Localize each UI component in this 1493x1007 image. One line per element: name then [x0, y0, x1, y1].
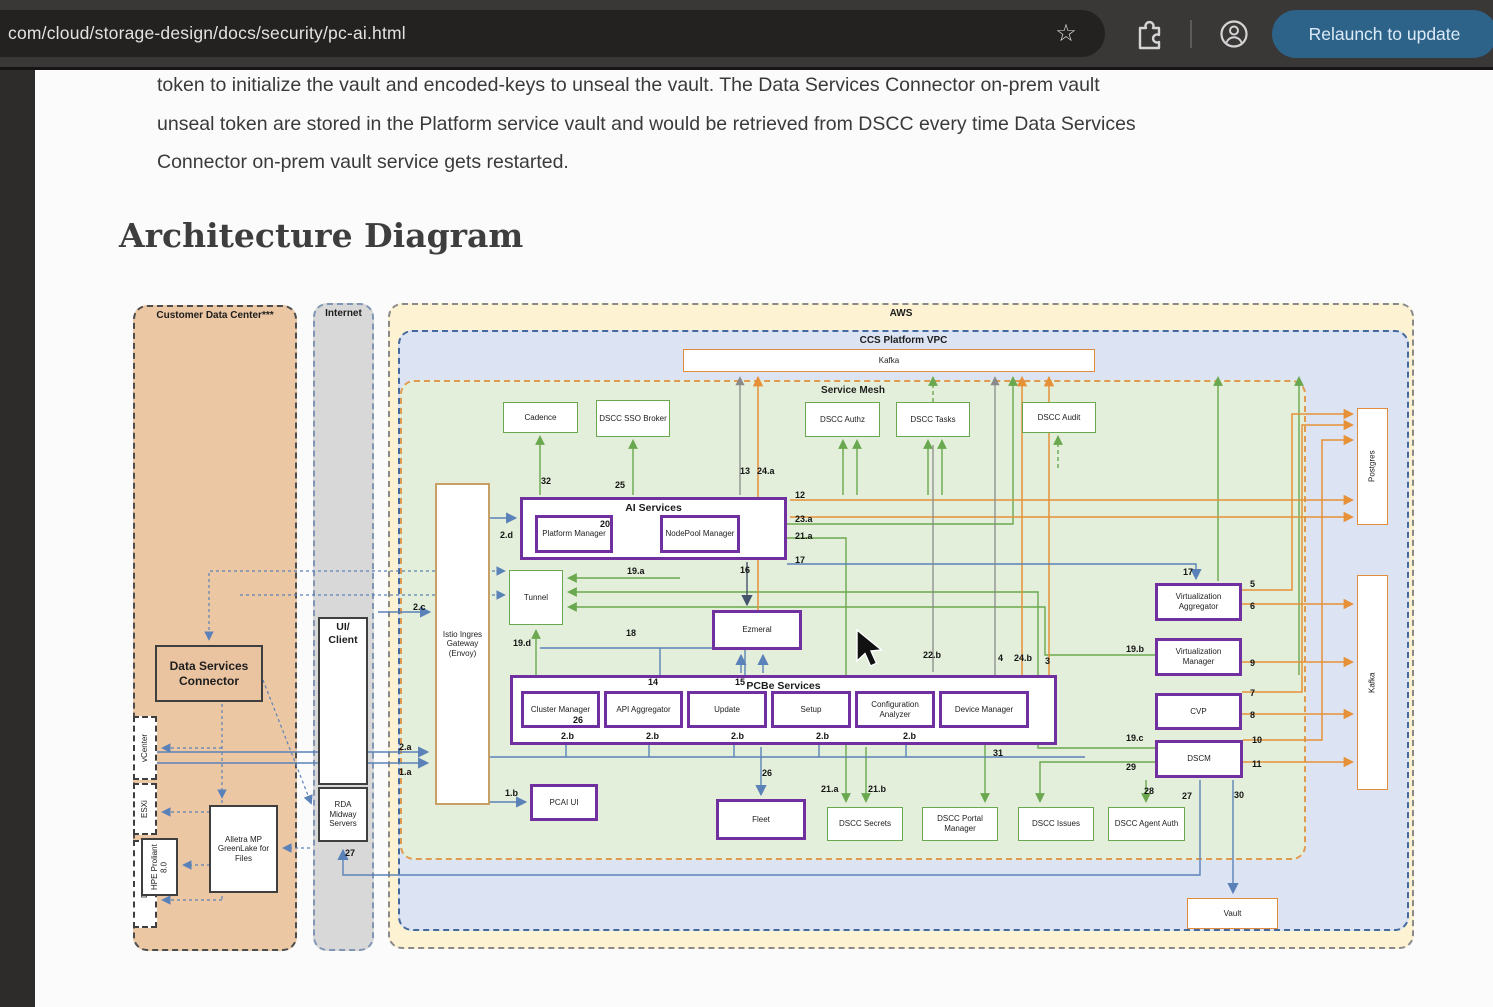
edge-label: 31	[993, 748, 1003, 758]
edge-label: 15	[735, 677, 745, 687]
edge-label: 2.a	[399, 742, 412, 752]
edge-label: 28	[1144, 786, 1154, 796]
edge-label: 19.a	[627, 566, 645, 576]
edge-label: 20	[600, 519, 610, 529]
edge-label: 2.b	[646, 731, 659, 741]
edge-label: 22.b	[923, 650, 941, 660]
edge-label: 13	[740, 466, 750, 476]
edge-label: 16	[740, 565, 750, 575]
edge-label: 8	[1250, 710, 1255, 720]
edge-label: 19.d	[513, 638, 531, 648]
edge-label: 2.b	[903, 731, 916, 741]
node-esxi: ESXi	[133, 783, 157, 835]
node-fleet: Fleet	[716, 799, 806, 840]
extensions-puzzle-icon[interactable]	[1133, 17, 1165, 51]
edge-label: 24.b	[1014, 653, 1032, 663]
edge-label: 1.b	[505, 788, 518, 798]
node-vcenter: vCenter	[133, 716, 157, 780]
node-postgres: Postgres	[1357, 408, 1388, 525]
edge-label: 30	[1234, 790, 1244, 800]
edge-label: 2.b	[561, 731, 574, 741]
edge-label: 21.a	[821, 784, 839, 794]
edge-label: 1.a	[399, 767, 412, 777]
edge-label: 6	[1250, 601, 1255, 611]
edge-label: 14	[648, 677, 658, 687]
node-api-aggregator: API Aggregator	[604, 691, 683, 728]
container-label-aws: AWS	[390, 308, 1412, 319]
edge-label: 27	[345, 848, 355, 858]
node-kafka-top: Kafka	[683, 349, 1095, 372]
node-dscm: DSCM	[1155, 740, 1243, 778]
edge-label: 7	[1250, 688, 1255, 698]
edge-label: 19.c	[1126, 733, 1144, 743]
node-hpe-proliant: HPE Proliant 8.0	[141, 838, 178, 896]
edge-label: 17	[1183, 567, 1193, 577]
edge-label: 21.b	[868, 784, 886, 794]
node-update: Update	[687, 691, 767, 728]
edge-label: 21.a	[795, 531, 813, 541]
node-vault: Vault	[1187, 898, 1278, 929]
edge-label: 2.b	[816, 731, 829, 741]
relaunch-to-update-button[interactable]: Relaunch to update	[1272, 10, 1493, 58]
edge-label: 18	[626, 628, 636, 638]
node-dscc-secrets: DSCC Secrets	[827, 807, 903, 841]
node-configuration-analyzer: Configuration Analyzer	[855, 691, 935, 728]
node-dscc-issues: DSCC Issues	[1018, 807, 1094, 841]
node-setup: Setup	[771, 691, 851, 728]
edge-label: 3	[1045, 656, 1050, 666]
node-dscc-audit: DSCC Audit	[1022, 402, 1096, 433]
node-alletra-mp-greenlake: Alletra MP GreenLake for Files	[209, 805, 278, 893]
node-tunnel: Tunnel	[509, 570, 563, 625]
edge-label: 2.d	[500, 530, 513, 540]
edge-label: 25	[615, 480, 625, 490]
node-ezmeral: Ezmeral	[712, 610, 802, 650]
container-label-internet: Internet	[315, 308, 372, 319]
node-cadence: Cadence	[503, 402, 578, 433]
edge-label: 11	[1252, 759, 1262, 769]
architecture-diagram: Customer Data Center*** Internet AWS CCS Pl…	[0, 0, 1493, 1007]
node-ui-client: UI/ Client	[318, 617, 368, 785]
edge-label: 24.a	[757, 466, 775, 476]
node-pcai-ui: PCAI UI	[530, 784, 598, 821]
edge-label: 5	[1250, 579, 1255, 589]
node-dscc-sso-broker: DSCC SSO Broker	[596, 400, 670, 437]
edge-label: 17	[795, 555, 805, 565]
node-data-services-connector: Data Services Connector	[155, 645, 263, 702]
node-device-manager: Device Manager	[939, 691, 1029, 728]
node-dscc-authz: DSCC Authz	[805, 402, 880, 437]
address-bar[interactable]: com/cloud/storage-design/docs/security/p…	[0, 10, 1105, 57]
edge-label: 26	[762, 768, 772, 778]
edge-label: 9	[1250, 658, 1255, 668]
bookmark-star-icon[interactable]: ☆	[1050, 8, 1082, 58]
node-nodepool-manager: NodePool Manager	[660, 515, 740, 553]
toolbar-divider	[0, 67, 1493, 70]
container-label-ccs-platform-vpc: CCS Platform VPC	[400, 335, 1407, 346]
node-virtualization-aggregator: Virtualization Aggregator	[1155, 583, 1242, 621]
edge-label: 19.b	[1126, 644, 1144, 654]
edge-label: 2.b	[731, 731, 744, 741]
url-text[interactable]: com/cloud/storage-design/docs/security/p…	[8, 23, 406, 44]
node-cvp: CVP	[1155, 693, 1242, 730]
edge-label: 4	[998, 653, 1003, 663]
node-istio-ingress-gateway: Istio Ingres Gateway (Envoy)	[435, 483, 490, 805]
container-label-service-mesh: Service Mesh	[402, 385, 1304, 396]
node-dscc-portal-manager: DSCC Portal Manager	[922, 807, 998, 841]
node-rda-midway-servers: RDA Midway Servers	[318, 787, 368, 842]
edge-label: 23.a	[795, 514, 813, 524]
node-dscc-agent-auth: DSCC Agent Auth	[1108, 807, 1185, 841]
node-cluster-manager: Cluster Manager	[521, 691, 600, 728]
profile-account-icon[interactable]	[1218, 17, 1250, 51]
edge-label: 27	[1182, 791, 1192, 801]
edge-label: 2.c	[413, 602, 426, 612]
edge-label: 12	[795, 490, 805, 500]
toolbar-separator	[1190, 20, 1192, 48]
node-dscc-tasks: DSCC Tasks	[896, 402, 970, 437]
node-kafka-right: Kafka	[1357, 575, 1388, 790]
node-virtualization-manager: Virtualization Manager	[1155, 638, 1242, 676]
edge-label: 10	[1252, 735, 1262, 745]
edge-label: 26	[573, 715, 583, 725]
container-label-customer-data-center: Customer Data Center***	[135, 310, 295, 321]
edge-label: 29	[1126, 762, 1136, 772]
edge-label: 32	[541, 476, 551, 486]
